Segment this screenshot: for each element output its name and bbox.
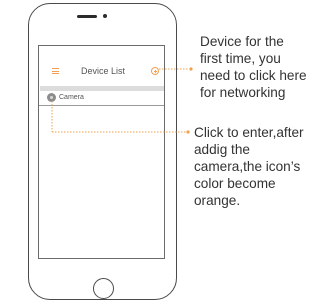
device-list-item[interactable]: Camera xyxy=(39,91,164,106)
enter-camera-annotation: Click to enter,after addig the camera,th… xyxy=(194,124,304,209)
speaker-slot xyxy=(77,15,97,18)
annotation-line: orange. xyxy=(194,193,241,208)
add-device-icon[interactable] xyxy=(151,67,159,75)
page-title: Device List xyxy=(80,66,125,76)
front-camera-dot xyxy=(103,14,107,18)
enter-leader-dot xyxy=(186,130,190,134)
annotation-line: first time, you xyxy=(200,51,281,66)
camera-device-icon xyxy=(47,93,56,102)
app-header: Device List xyxy=(39,46,164,86)
annotation-line: color become xyxy=(194,176,276,191)
annotation-line: camera,the icon’s xyxy=(194,159,301,174)
networking-leader-dot xyxy=(189,67,193,71)
phone-mockup: Device List Camera xyxy=(28,3,177,300)
annotation-line: for networking xyxy=(200,85,286,100)
home-button xyxy=(93,278,114,299)
annotation-line: Click to enter,after xyxy=(194,125,304,140)
annotation-line: addig the xyxy=(194,142,250,157)
annotation-line: Device for the xyxy=(200,34,284,49)
networking-annotation: Device for the first time, you need to c… xyxy=(200,33,307,101)
phone-screen: Device List Camera xyxy=(38,45,165,259)
hamburger-menu-icon[interactable] xyxy=(52,68,59,74)
device-name: Camera xyxy=(59,94,84,101)
annotation-line: need to click here xyxy=(200,68,307,83)
